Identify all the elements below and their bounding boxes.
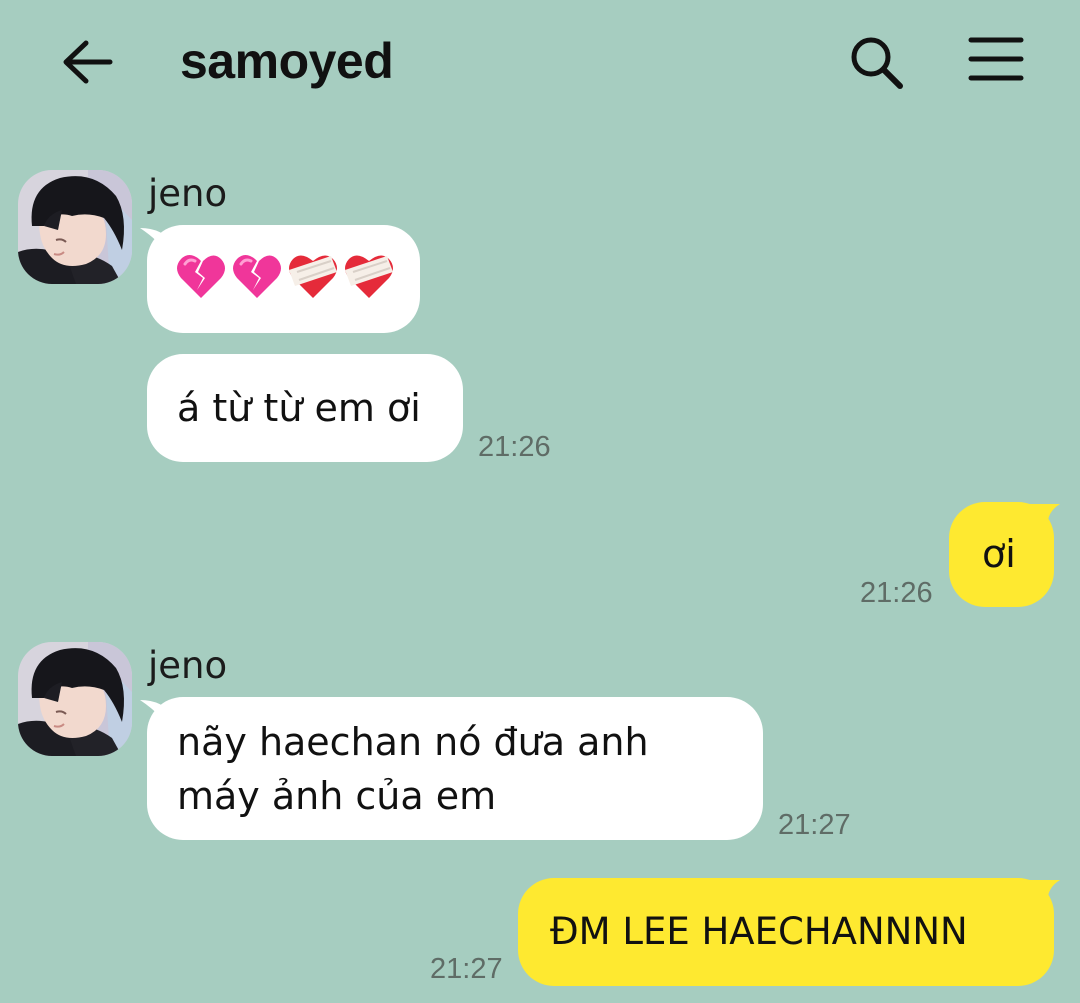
search-icon — [851, 37, 903, 89]
hamburger-menu-icon — [968, 37, 1024, 81]
search-button[interactable] — [846, 32, 906, 92]
profile-photo — [18, 642, 132, 756]
message-time: 21:26 — [860, 577, 933, 609]
mending-heart-icon — [345, 255, 393, 298]
message-text: ơi — [982, 532, 1016, 576]
broken-heart-icon — [177, 255, 225, 298]
emoji-row — [175, 252, 420, 300]
message-text-line: máy ảnh của em — [177, 774, 497, 818]
message-bubble[interactable]: á từ từ em ơi — [147, 354, 463, 462]
sender-name: jeno — [148, 644, 228, 687]
broken-heart-icon — [233, 255, 281, 298]
avatar[interactable] — [18, 642, 132, 756]
message-bubble[interactable]: ĐM LEE HAECHANNNN — [518, 878, 1054, 986]
mending-heart-icon — [289, 255, 337, 298]
message-time: 21:27 — [430, 953, 503, 985]
chat-title: samoyed — [180, 33, 394, 89]
message-text: á từ từ em ơi — [177, 386, 421, 430]
message-time: 21:26 — [478, 431, 551, 463]
sender-name: jeno — [148, 172, 228, 215]
avatar[interactable] — [18, 170, 132, 284]
back-button[interactable] — [58, 34, 118, 90]
bubble-tail — [1022, 504, 1060, 540]
bubble-tail — [1022, 880, 1060, 916]
menu-button[interactable] — [968, 36, 1024, 82]
arrow-left-icon — [63, 40, 113, 84]
profile-photo — [18, 170, 132, 284]
message-text: ĐM LEE HAECHANNNN — [550, 910, 968, 953]
message-bubble[interactable]: nãy haechan nó đưa anh máy ảnh của em — [147, 697, 763, 840]
message-text-line: nãy haechan nó đưa anh — [177, 720, 649, 764]
message-time: 21:27 — [778, 809, 851, 841]
message-bubble[interactable] — [147, 225, 420, 333]
